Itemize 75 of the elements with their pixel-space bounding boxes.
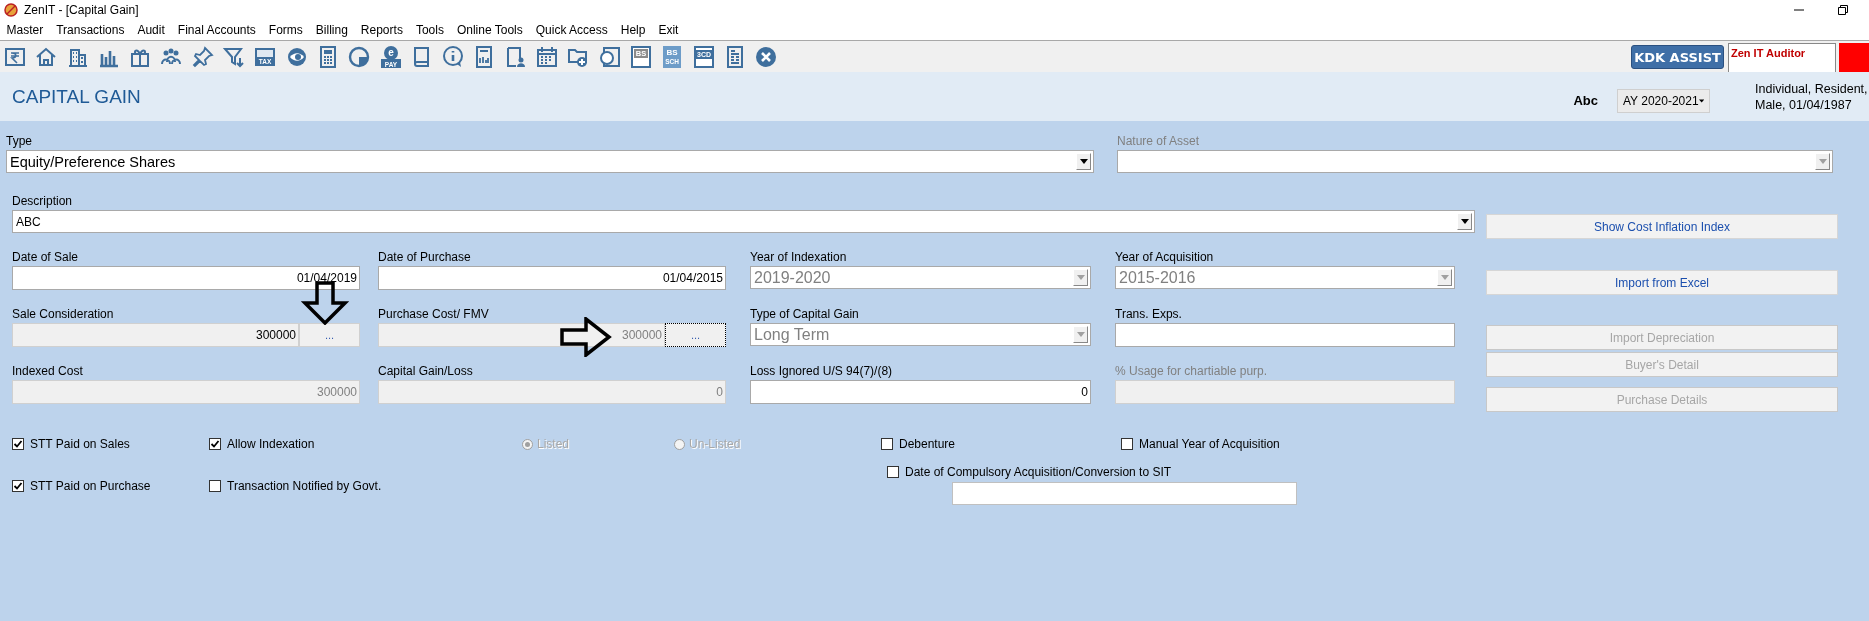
menu-item[interactable]: Online Tools <box>450 23 530 37</box>
field-label: Description <box>12 193 74 210</box>
field-label: % Usage for chartiable purp. <box>1115 363 1269 380</box>
status-indicator <box>1839 43 1869 72</box>
input-field[interactable]: 01/04/2015 <box>378 266 726 290</box>
checkbox[interactable] <box>209 438 221 450</box>
arrow-annotation <box>560 317 612 357</box>
menu-item[interactable]: Help <box>614 23 652 37</box>
field-label: Year of Indexation <box>750 249 848 266</box>
action-button[interactable]: Import from Excel <box>1486 270 1838 295</box>
restore-icon[interactable] <box>1838 5 1848 15</box>
input-field[interactable]: 01/04/2019 <box>12 266 360 290</box>
menu-item[interactable]: Final Accounts <box>171 23 263 37</box>
input-field[interactable]: 0 <box>750 380 1091 404</box>
menu-item[interactable]: Quick Access <box>529 23 615 37</box>
field-label: Type <box>6 133 33 150</box>
checkbox-label: Transaction Notified by Govt. <box>227 479 382 493</box>
dropdown[interactable]: ABC <box>12 210 1475 233</box>
caret-icon <box>1698 97 1704 104</box>
checkbox[interactable] <box>12 438 24 450</box>
ellipsis-button[interactable]: ... <box>299 323 360 347</box>
pin-icon[interactable] <box>190 44 215 69</box>
menu-item[interactable]: Tools <box>409 23 451 37</box>
checkbox-label: STT Paid on Purchase <box>30 479 151 493</box>
checkbox[interactable] <box>887 466 899 478</box>
menu-item[interactable]: Audit <box>130 23 172 37</box>
assessee-info: Male, 01/04/1987 <box>1755 96 1853 113</box>
field-label: Indexed Cost <box>12 363 84 380</box>
dropdown[interactable]: Equity/Preference Shares <box>6 150 1094 173</box>
info-icon[interactable] <box>441 44 466 69</box>
checkbox-label: STT Paid on Sales <box>30 437 130 451</box>
menu-item[interactable]: Master <box>0 23 50 37</box>
client-name: Abc <box>1573 93 1598 108</box>
checkbox-label: Manual Year of Acquisition <box>1139 437 1280 451</box>
auditor-title: Zen IT Auditor <box>1731 47 1806 59</box>
radio-label: Un-Listed <box>689 437 741 451</box>
field-label: Date of Sale <box>12 249 80 266</box>
field-label: Type of Capital Gain <box>750 306 860 323</box>
field-label: Capital Gain/Loss <box>378 363 474 380</box>
input-field[interactable]: 300000 <box>12 323 299 347</box>
input-field[interactable] <box>1115 380 1455 404</box>
field-label: Trans. Exps. <box>1115 306 1183 323</box>
app-logo-icon <box>4 3 18 17</box>
input-field[interactable] <box>1115 323 1455 347</box>
copy-icon[interactable] <box>597 44 622 69</box>
assist-button[interactable]: KDK ASSIST <box>1631 45 1724 69</box>
year-dropdown[interactable]: AY 2020-2021 <box>1617 88 1710 113</box>
arrow-annotation <box>300 281 350 325</box>
radio-label: Listed <box>537 437 570 451</box>
checkbox[interactable] <box>881 438 893 450</box>
checkbox[interactable] <box>209 480 221 492</box>
field-label: Nature of Asset <box>1117 133 1201 150</box>
window-title: ZenIT - [Capital Gain] <box>24 3 139 17</box>
menu-item[interactable]: Exit <box>651 23 685 37</box>
checkbox-label: Allow Indexation <box>227 437 315 451</box>
menu-item[interactable]: Reports <box>354 23 410 37</box>
menu-item[interactable]: Billing <box>309 23 355 37</box>
checkbox-label: Debenture <box>899 437 956 451</box>
field-label: Loss Ignored U/S 94(7)/(8) <box>750 363 894 380</box>
menu-item[interactable]: Forms <box>262 23 310 37</box>
field-label: Purchase Cost/ FMV <box>378 306 490 323</box>
checkbox[interactable] <box>12 480 24 492</box>
pie-chart-icon[interactable] <box>347 44 372 69</box>
field-label: Year of Acquisition <box>1115 249 1215 266</box>
assessee-info: Individual, Resident, <box>1755 80 1869 97</box>
checkbox-label: Date of Compulsory Acquisition/Conversion to SIT <box>905 465 1172 479</box>
field-label: Date of Purchase <box>378 249 472 266</box>
menu-item[interactable]: Transactions <box>49 23 131 37</box>
input-field[interactable] <box>952 482 1297 505</box>
calendar-icon[interactable] <box>535 44 560 69</box>
field-label: Sale Consideration <box>12 306 115 323</box>
close-icon[interactable] <box>754 44 779 69</box>
checkbox[interactable] <box>1121 438 1133 450</box>
page-title: CAPITAL GAIN <box>12 85 141 108</box>
action-button[interactable]: Show Cost Inflation Index <box>1486 214 1838 239</box>
